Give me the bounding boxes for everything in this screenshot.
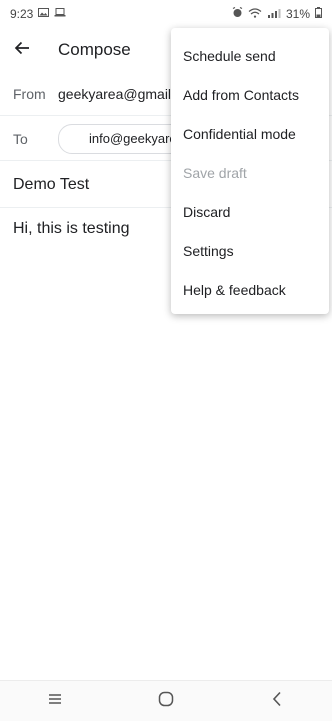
battery-icon (315, 7, 322, 21)
status-left: 9:23 (10, 7, 66, 21)
menu-item-label: Save draft (183, 164, 247, 181)
from-label: From (13, 85, 46, 102)
menu-item-label: Help & feedback (183, 281, 286, 298)
status-right: 31% (232, 6, 322, 21)
status-time: 9:23 (10, 7, 34, 21)
subject-text: Demo Test (13, 175, 90, 193)
menu-item-settings[interactable]: Settings (171, 231, 329, 270)
back-arrow-icon (14, 40, 30, 61)
status-bar: 9:23 31% (0, 0, 332, 28)
menu-item-label: Add from Contacts (183, 86, 299, 103)
menu-item-discard[interactable]: Discard (171, 192, 329, 231)
gallery-icon (38, 8, 50, 20)
menu-item-schedule-send[interactable]: Schedule send (171, 36, 329, 75)
battery-percent: 31% (285, 7, 310, 21)
menu-item-add-from-contacts[interactable]: Add from Contacts (171, 75, 329, 114)
overflow-menu: Schedule send Add from Contacts Confiden… (171, 28, 329, 314)
menu-item-label: Settings (183, 242, 234, 259)
menu-item-label: Schedule send (183, 47, 276, 64)
recipient-chip[interactable]: info@geekyare (58, 123, 188, 154)
back-button[interactable] (0, 28, 44, 72)
wifi-icon (248, 7, 262, 21)
home-icon (158, 691, 174, 712)
recipient-chip-label: info@geekyare (89, 131, 177, 146)
signal-icon (267, 8, 281, 21)
nav-back-button[interactable] (252, 681, 302, 721)
menu-item-label: Discard (183, 203, 231, 220)
system-nav-bar (0, 680, 332, 721)
recent-apps-icon (48, 692, 62, 710)
body-text: Hi, this is testing (13, 220, 130, 237)
menu-item-confidential-mode[interactable]: Confidential mode (171, 114, 329, 153)
to-label: To (13, 130, 28, 147)
laptop-icon (54, 8, 66, 20)
nav-back-icon (272, 691, 282, 712)
recent-apps-button[interactable] (30, 681, 80, 721)
page-title: Compose (58, 40, 131, 59)
alarm-icon (232, 6, 243, 21)
menu-item-label: Confidential mode (183, 125, 296, 142)
menu-item-help-feedback[interactable]: Help & feedback (171, 270, 329, 309)
home-button[interactable] (141, 681, 191, 721)
from-value[interactable]: geekyarea@gmail (58, 86, 171, 102)
menu-item-save-draft: Save draft (171, 153, 329, 192)
